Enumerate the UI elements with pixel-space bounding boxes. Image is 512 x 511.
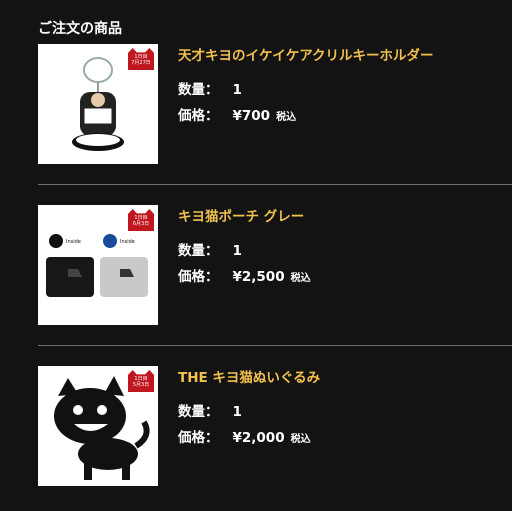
quantity-label: 数量： xyxy=(178,404,219,420)
quantity-value: 1 xyxy=(232,82,242,98)
price-label: 価格： xyxy=(178,269,219,285)
quantity-row: 数量： 1 xyxy=(178,400,242,420)
product-image-plush[interactable]: 1日目 5月3日 xyxy=(38,366,158,486)
order-item: 1日目 5月3日 THE キヨ猫ぬいぐるみ 数量： 1 価格： ¥2,000 税込 xyxy=(38,366,512,486)
quantity-value: 1 xyxy=(232,243,242,259)
price-value: ¥2,500 xyxy=(232,269,285,285)
thumb-label-inside: Inside xyxy=(120,239,135,245)
quantity-row: 数量： 1 xyxy=(178,78,242,98)
quantity-value: 1 xyxy=(232,404,242,420)
product-name[interactable]: 天才キヨのイケイケアクリルキーホルダー xyxy=(178,44,434,64)
product-image-pouch[interactable]: Inside Inside 1日目 6月3日 xyxy=(38,205,158,325)
price-label: 価格： xyxy=(178,430,219,446)
divider xyxy=(38,345,512,346)
tax-note: 税込 xyxy=(290,434,311,445)
section-title: ご注文の商品 xyxy=(38,21,122,37)
tax-note: 税込 xyxy=(290,273,311,284)
product-name[interactable]: キヨ猫ポーチ グレー xyxy=(178,205,304,225)
product-name[interactable]: THE キヨ猫ぬいぐるみ xyxy=(178,366,320,386)
divider xyxy=(38,184,512,185)
quantity-label: 数量： xyxy=(178,82,219,98)
order-item: 1日目 7月27日 天才キヨのイケイケアクリルキーホルダー 数量： 1 価格： ¥70… xyxy=(38,44,512,164)
tax-note: 税込 xyxy=(276,112,297,123)
order-item: Inside Inside 1日目 6月3日 キヨ猫ポーチ グレー 数量： 1 価格… xyxy=(38,205,512,325)
price-value: ¥2,000 xyxy=(232,430,285,446)
quantity-label: 数量： xyxy=(178,243,219,259)
price-row: 価格： ¥700 税込 xyxy=(178,104,296,124)
quantity-row: 数量： 1 xyxy=(178,239,242,259)
thumb-label-inside: Inside xyxy=(66,239,81,245)
price-label: 価格： xyxy=(178,108,219,124)
price-row: 価格： ¥2,000 税込 xyxy=(178,426,311,446)
price-value: ¥700 xyxy=(232,108,271,124)
price-row: 価格： ¥2,500 税込 xyxy=(178,265,311,285)
product-image-keyholder[interactable]: 1日目 7月27日 xyxy=(38,44,158,164)
